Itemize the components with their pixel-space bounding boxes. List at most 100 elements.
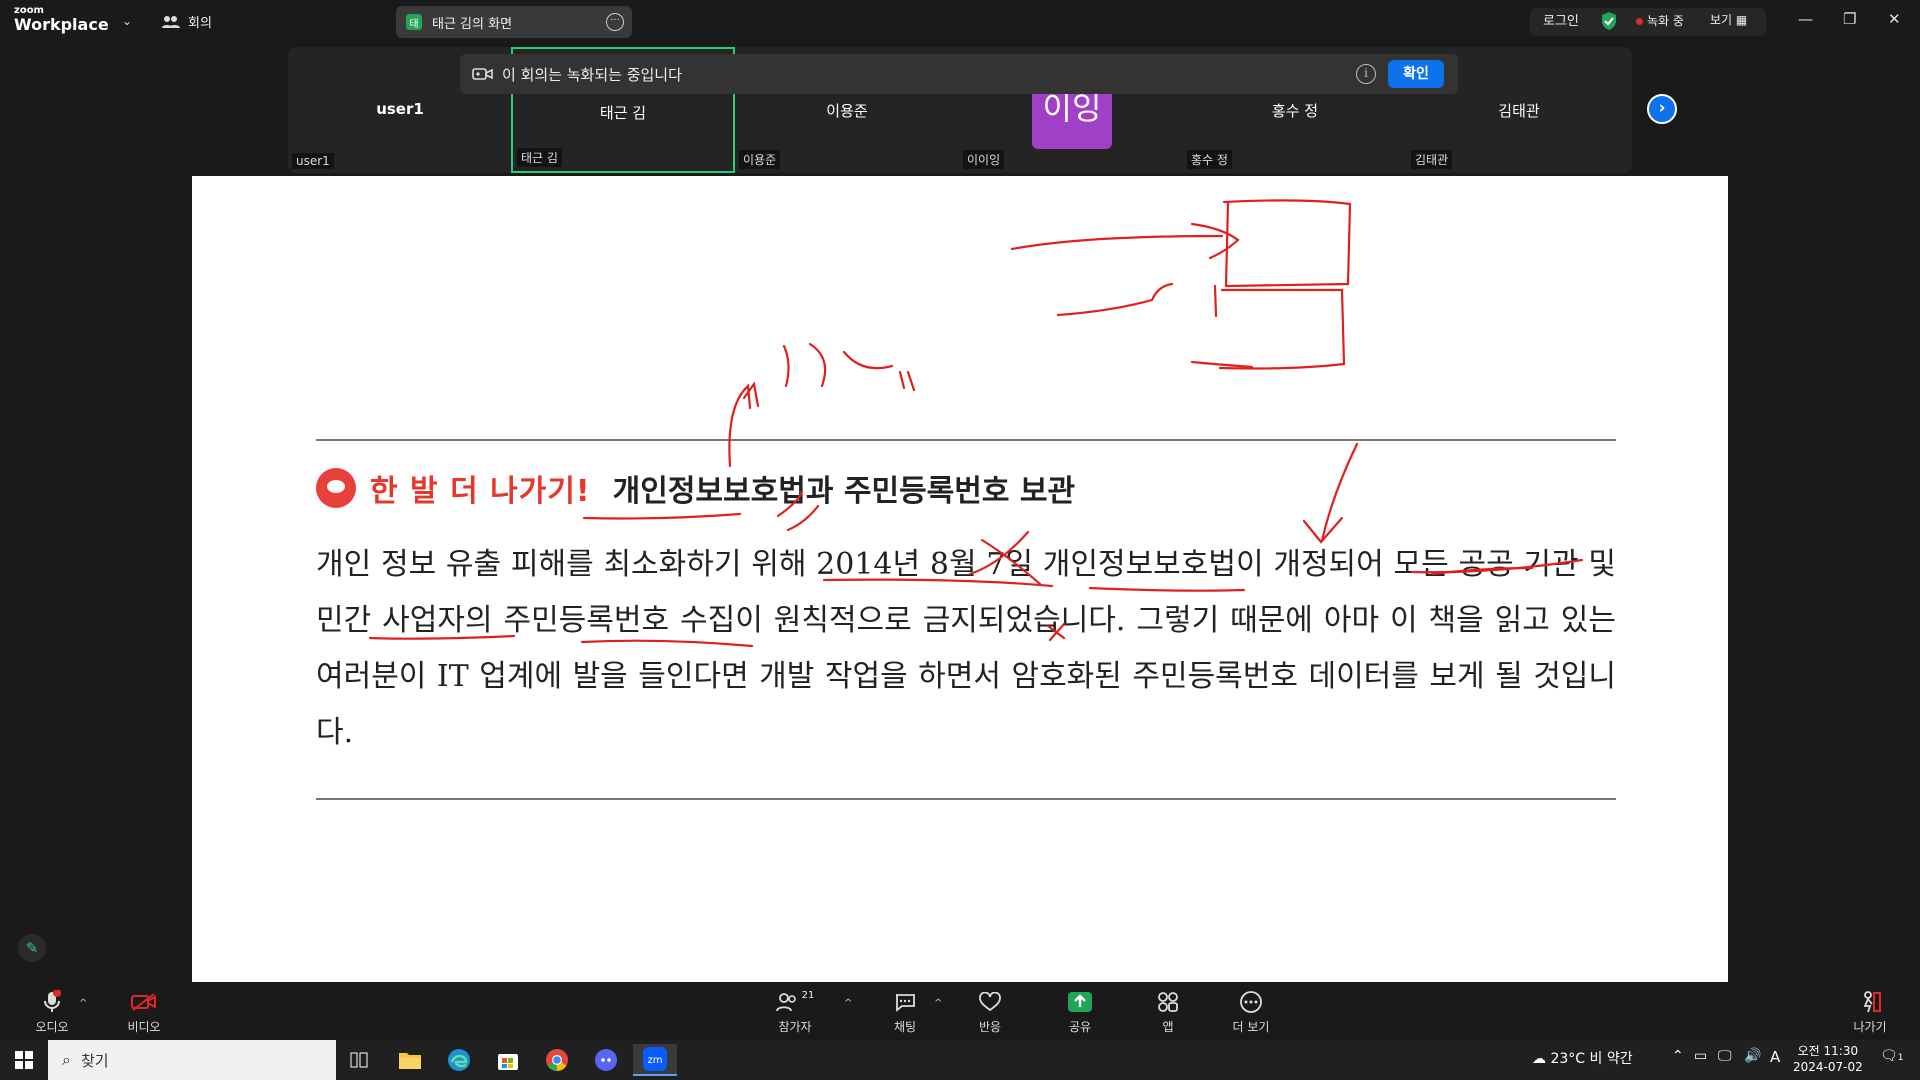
leave-icon <box>1863 991 1881 1013</box>
shared-screen: 한 발 더 나가기! 개인정보보호법과 주민등록번호 보관 개인 정보 유출 피… <box>192 176 1728 982</box>
participant-label: user1 <box>292 153 334 169</box>
section-heading: 한 발 더 나가기! 개인정보보호법과 주민등록번호 보관 <box>316 466 1075 510</box>
task-view-icon[interactable] <box>337 1044 381 1076</box>
meeting-people-icon <box>162 15 180 28</box>
svg-text:zm: zm <box>648 1055 663 1066</box>
recording-notice-text: 이 회의는 녹화되는 중입니다 <box>502 65 682 84</box>
microphone-icon <box>44 990 61 1012</box>
sharer-badge: 태 <box>406 14 422 30</box>
audio-label: 오디오 <box>35 1020 69 1034</box>
participant-label: 홍수 정 <box>1187 150 1232 169</box>
participant-label: 김태관 <box>1411 150 1453 169</box>
camera-record-icon <box>472 68 493 80</box>
audio-button[interactable]: 오디오 <box>12 990 92 1035</box>
participant-name: user1 <box>376 100 424 118</box>
participant-name: 홍수 정 <box>1271 102 1319 120</box>
apps-button[interactable]: 앱 <box>1128 990 1208 1035</box>
login-button[interactable]: 로그인 <box>1543 10 1579 29</box>
volume-icon[interactable]: 🔊 <box>1744 1048 1761 1064</box>
weather-widget[interactable]: ☁ 23°C 비 약간 <box>1532 1048 1633 1068</box>
ime-indicator[interactable]: A <box>1770 1048 1780 1066</box>
apps-label: 앱 <box>1162 1020 1174 1034</box>
chat-icon <box>896 994 915 1012</box>
share-title: 태근 김의 화면 <box>432 16 513 32</box>
participant-label: 이이잉 <box>963 150 1005 169</box>
heading-title: 개인정보보호법과 주민등록번호 보관 <box>612 474 1076 509</box>
microsoft-store-icon[interactable] <box>486 1044 530 1076</box>
tray-chevron-up-icon[interactable]: ⌃ <box>1672 1048 1684 1064</box>
more-label: 더 보기 <box>1232 1020 1270 1034</box>
next-page-button[interactable]: › <box>1647 94 1677 124</box>
heart-icon <box>979 992 1001 1012</box>
shield-icon[interactable] <box>1600 11 1618 31</box>
heading-badge: 한 발 더 나가기! <box>370 474 591 509</box>
divider-bottom <box>316 798 1616 800</box>
participants-button[interactable]: 21 참가자 <box>755 990 835 1035</box>
screen-share-pill[interactable]: 태 태근 김의 화면 ··· <box>396 6 632 38</box>
cloud-rain-icon: ☁ <box>1532 1051 1546 1067</box>
more-button[interactable]: 더 보기 <box>1211 990 1291 1035</box>
share-button[interactable]: 공유 <box>1040 990 1120 1035</box>
audio-options-chevron-icon[interactable]: ^ <box>79 998 87 1009</box>
windows-start-icon[interactable] <box>2 1044 46 1076</box>
clock-time: 오전 11:30 <box>1797 1044 1859 1058</box>
network-icon[interactable]: 🖵 <box>1718 1048 1732 1064</box>
recording-indicator[interactable]: 녹화 중 <box>1636 12 1684 29</box>
meeting-menu-button[interactable]: 회의 <box>162 12 212 31</box>
chrome-icon[interactable] <box>535 1044 579 1076</box>
meeting-label: 회의 <box>188 16 212 31</box>
participant-label: 이용준 <box>739 150 781 169</box>
info-icon[interactable]: i <box>1356 64 1376 84</box>
document-body: 개인 정보 유출 피해를 최소화하기 위해 2014년 8월 7일 개인정보보호… <box>316 547 1616 750</box>
leave-button[interactable]: 나가기 <box>1830 990 1910 1035</box>
participants-label: 참가자 <box>778 1020 812 1034</box>
chevron-down-icon[interactable]: ⌄ <box>122 14 132 28</box>
taskbar-search-input[interactable]: ⌕ 찾기 <box>48 1040 336 1080</box>
participant-name: 이용준 <box>826 102 868 120</box>
notification-count: 1 <box>1897 1053 1904 1063</box>
video-button[interactable]: 비디오 <box>104 990 184 1035</box>
video-off-icon <box>131 993 156 1011</box>
search-icon: ⌕ <box>62 1050 71 1069</box>
weather-text: 23°C 비 약간 <box>1550 1051 1633 1067</box>
zoom-logo: zoom Workplace <box>14 6 109 33</box>
chat-options-chevron-icon[interactable]: ^ <box>934 998 942 1009</box>
annotate-pen-icon[interactable]: ✎ <box>18 934 46 962</box>
grid-icon: ▦ <box>1735 13 1748 27</box>
view-label: 보기 <box>1710 13 1733 27</box>
video-label: 비디오 <box>127 1020 161 1034</box>
discord-icon[interactable] <box>584 1044 628 1076</box>
confirm-button[interactable]: 확인 <box>1388 60 1444 88</box>
clock[interactable]: 오전 11:30 2024-07-02 <box>1793 1043 1863 1075</box>
notification-icon[interactable]: 🗨1 <box>1880 1048 1904 1064</box>
file-explorer-icon[interactable] <box>388 1044 432 1076</box>
minimize-icon[interactable]: — <box>1798 10 1813 28</box>
recording-label: 녹화 중 <box>1647 14 1684 28</box>
speech-bubble-icon <box>316 468 356 508</box>
clock-date: 2024-07-02 <box>1793 1060 1863 1074</box>
reactions-button[interactable]: 반응 <box>950 990 1030 1035</box>
more-options-icon[interactable]: ··· <box>606 13 624 31</box>
participants-icon <box>775 993 796 1012</box>
reactions-label: 반응 <box>978 1020 1002 1034</box>
divider-top <box>316 439 1616 441</box>
zoom-app-icon[interactable]: zm <box>633 1044 677 1076</box>
chat-label: 채팅 <box>893 1020 917 1034</box>
chat-button[interactable]: 채팅 <box>865 990 945 1035</box>
apps-icon <box>1158 992 1178 1012</box>
logo-big-text: Workplace <box>14 15 109 34</box>
close-icon[interactable]: ✕ <box>1888 10 1901 28</box>
leave-label: 나가기 <box>1853 1020 1887 1034</box>
participant-label: 태근 김 <box>517 148 562 167</box>
more-icon <box>1240 991 1262 1013</box>
restore-icon[interactable]: ❐ <box>1843 10 1856 28</box>
participant-name: 태근 김 <box>599 104 647 122</box>
avatar: 이잉 <box>1032 88 1112 149</box>
view-button[interactable]: 보기 ▦ <box>1710 11 1747 28</box>
participants-options-chevron-icon[interactable]: ^ <box>844 998 852 1009</box>
participants-count: 21 <box>801 990 815 1001</box>
edge-browser-icon[interactable] <box>437 1044 481 1076</box>
search-placeholder: 찾기 <box>80 1051 109 1070</box>
share-screen-icon <box>1068 992 1092 1012</box>
tray-device-icon[interactable]: ▭ <box>1694 1048 1707 1064</box>
